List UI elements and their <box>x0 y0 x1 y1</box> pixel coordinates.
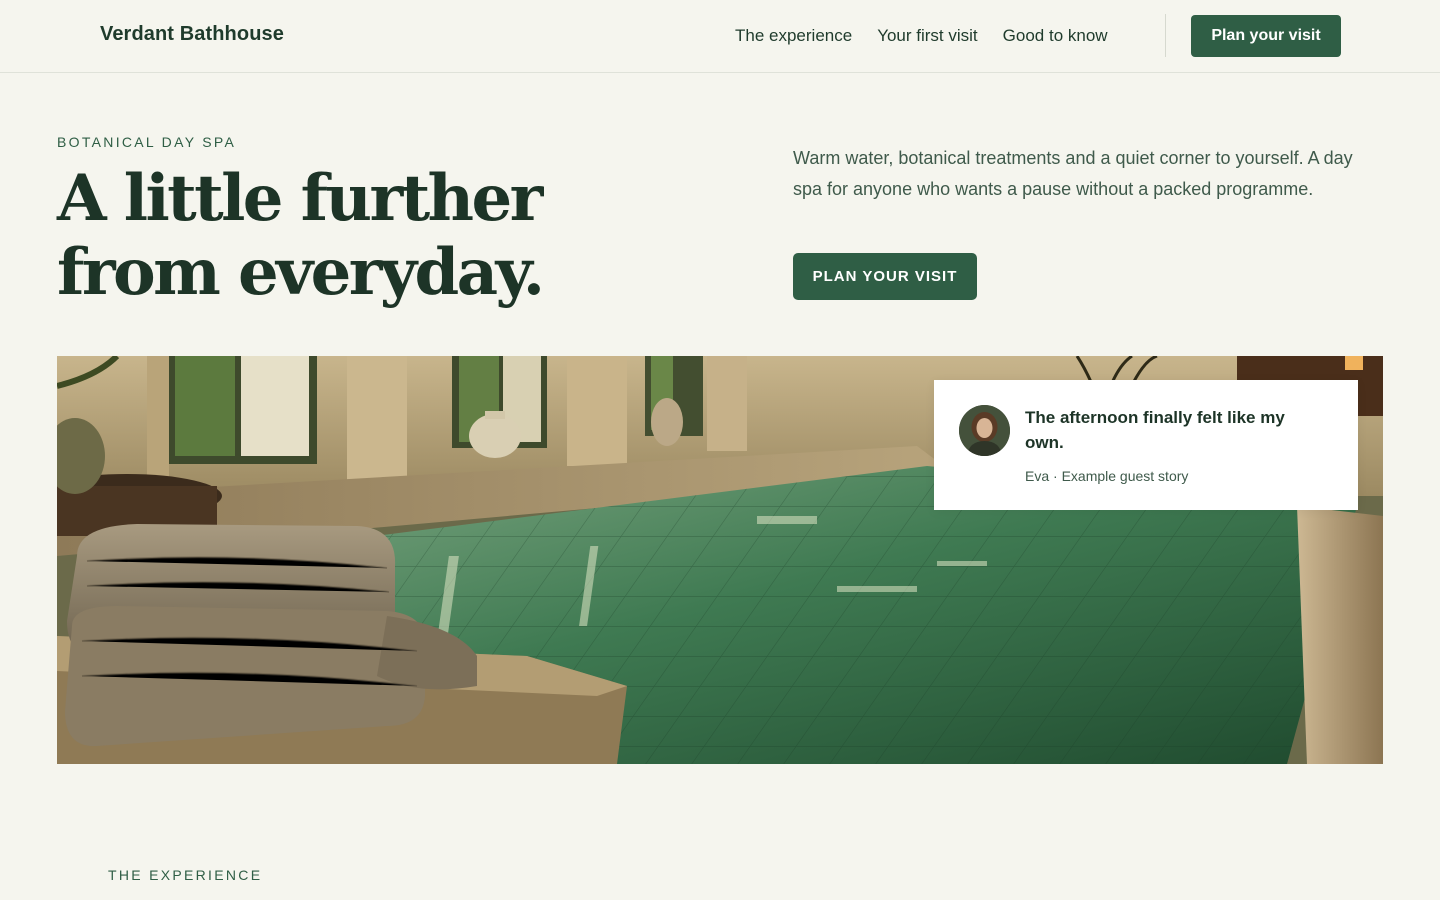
hero-title: A little further from everyday. <box>57 162 677 310</box>
testimonial-attribution: Eva · Example guest story <box>1025 468 1189 484</box>
hero-title-line-1: A little further <box>57 161 543 236</box>
site-header: Verdant Bathhouse The experience Your fi… <box>0 0 1440 73</box>
brand-logo[interactable]: Verdant Bathhouse <box>100 23 284 46</box>
testimonial-card: The afternoon finally felt like my own. … <box>934 380 1358 510</box>
nav-link-your-first-visit[interactable]: Your first visit <box>877 26 977 46</box>
hero-plan-visit-button[interactable]: PLAN YOUR VISIT <box>793 253 977 300</box>
nav-link-the-experience[interactable]: The experience <box>735 26 852 46</box>
hero-title-line-2: from everyday. <box>57 235 545 310</box>
nav-link-good-to-know[interactable]: Good to know <box>1003 26 1108 46</box>
experience-section-eyebrow: THE EXPERIENCE <box>108 867 263 883</box>
header-plan-visit-button[interactable]: Plan your visit <box>1191 15 1341 57</box>
main-nav: The experience Your first visit Good to … <box>735 26 1133 46</box>
testimonial-quote: The afternoon finally felt like my own. <box>1025 408 1285 452</box>
hero-intro: Warm water, botanical treatments and a q… <box>793 148 1353 199</box>
nav-divider <box>1165 14 1166 57</box>
guest-avatar <box>959 405 1010 456</box>
hero-eyebrow: BOTANICAL DAY SPA <box>57 134 237 150</box>
